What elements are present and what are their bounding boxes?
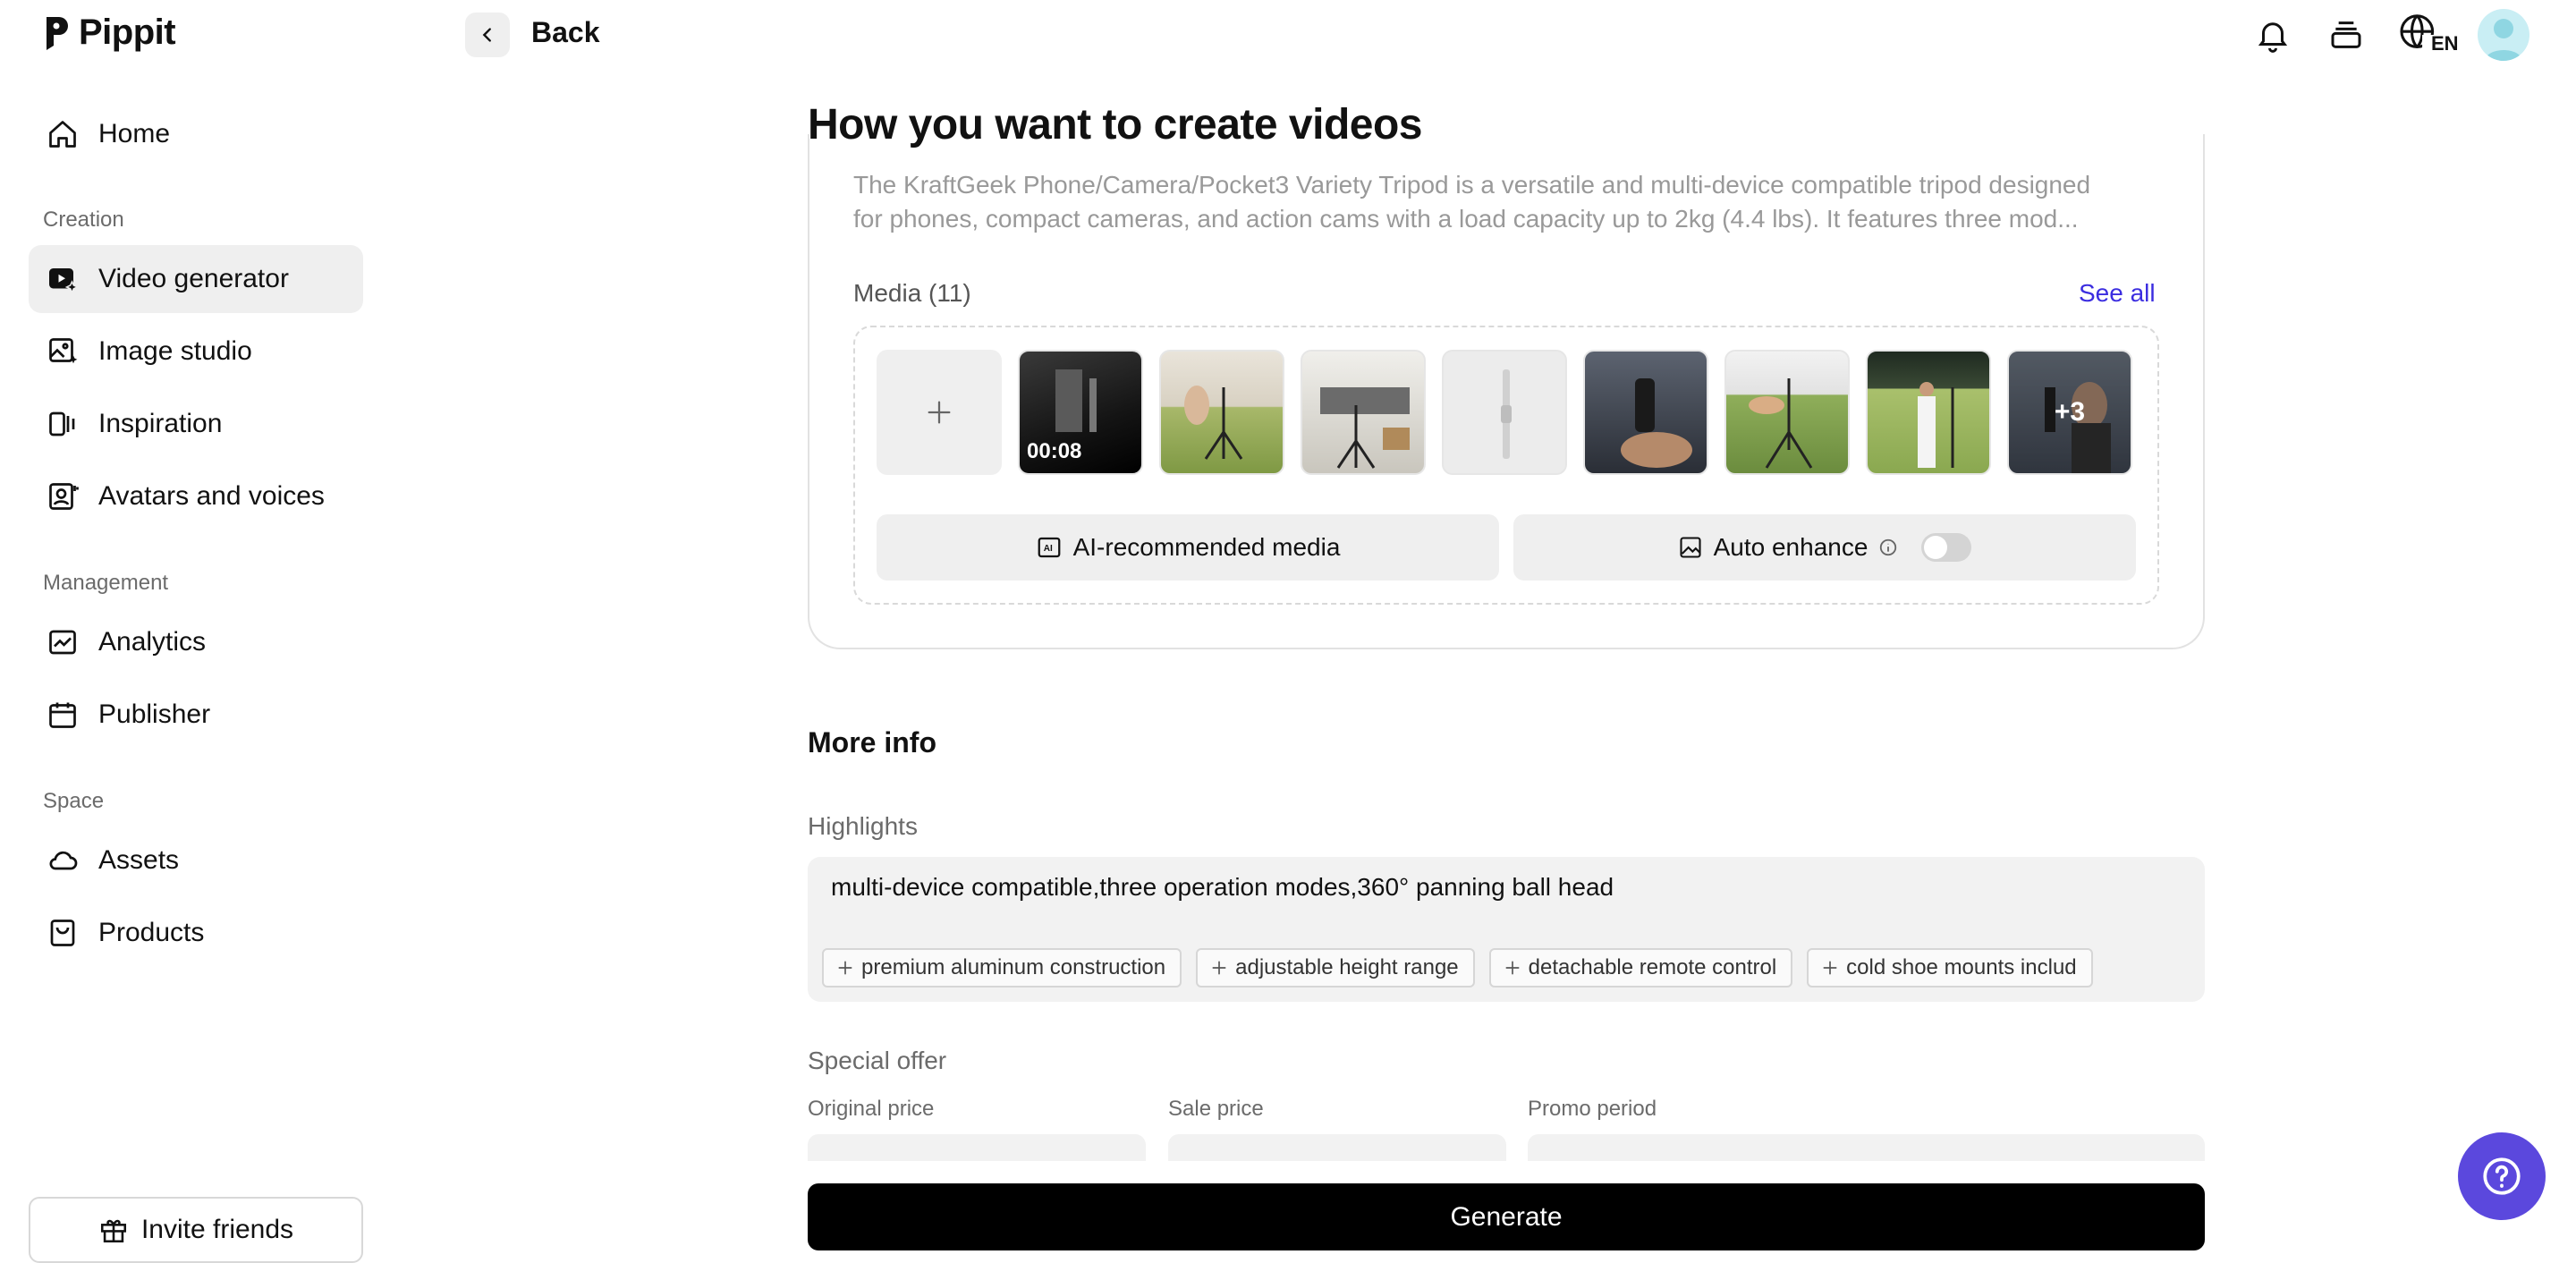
sidebar-item-label: Video generator [98,264,289,294]
more-media-count: +3 [2009,352,2131,473]
sidebar-item-label: Publisher [98,699,210,730]
chip-label: detachable remote control [1529,955,1777,980]
plus-icon [1210,959,1228,977]
plus-icon [924,397,954,428]
section-creation: Creation [43,208,124,233]
generate-label: Generate [1450,1202,1562,1233]
sidebar-item-home[interactable]: Home [29,100,363,168]
media-thumbnail[interactable] [1301,350,1426,475]
avatar[interactable] [2478,9,2529,61]
ai-image-icon: AI [1036,534,1063,561]
sidebar-item-label: Inspiration [98,409,222,439]
highlights-value[interactable]: multi-device compatible,three operation … [831,873,1614,902]
see-all-link[interactable]: See all [2079,279,2156,308]
language-code: EN [2431,32,2459,55]
chevron-left-icon [478,25,497,45]
logo[interactable]: Pippit [43,13,175,53]
sidebar-item-label: Home [98,119,170,149]
sale-price-input[interactable] [1168,1134,1506,1161]
promo-period-label: Promo period [1528,1097,1657,1122]
plus-icon [1504,959,1521,977]
auto-enhance-row: Auto enhance [1513,514,2136,581]
media-thumbnail[interactable]: +3 [2007,350,2132,475]
media-thumbnail[interactable] [1724,350,1850,475]
sidebar-item-publisher[interactable]: Publisher [29,681,363,749]
promo-period-input[interactable] [1528,1134,2205,1161]
auto-enhance-toggle[interactable] [1921,533,1971,562]
media-thumbnail[interactable] [1866,350,1991,475]
inspiration-icon [45,406,80,442]
media-thumbnail[interactable] [1442,350,1567,475]
add-media-button[interactable] [877,350,1002,475]
suggestion-chip[interactable]: adjustable height range [1196,948,1475,988]
sidebar-item-inspiration[interactable]: Inspiration [29,390,363,458]
plus-icon [836,959,854,977]
stack-icon[interactable] [2324,13,2368,57]
media-label: Media (11) [853,279,971,308]
analytics-icon [45,624,80,660]
section-space: Space [43,789,104,814]
sidebar-item-assets[interactable]: Assets [29,826,363,894]
product-description: The KraftGeek Phone/Camera/Pocket3 Varie… [853,168,2159,236]
sidebar-item-label: Image studio [98,336,252,367]
plus-icon [1821,959,1839,977]
sidebar-item-analytics[interactable]: Analytics [29,608,363,676]
home-icon [45,116,80,152]
sidebar: Pippit Home Creation Video generator Ima… [0,0,385,1250]
pippit-logo-icon [43,15,70,51]
ai-recommended-media-button[interactable]: AI AI-recommended media [877,514,1499,581]
bell-icon[interactable] [2250,13,2295,57]
suggestion-chip[interactable]: premium aluminum construction [822,948,1182,988]
suggestion-chips: premium aluminum construction adjustable… [822,948,2190,991]
calendar-icon [45,697,80,733]
image-icon [1678,535,1703,560]
gift-icon [98,1215,129,1245]
sidebar-item-image-studio[interactable]: Image studio [29,318,363,386]
language-icon[interactable]: EN [2397,13,2451,57]
chip-label: cold shoe mounts includ [1846,955,2076,980]
suggestion-chip[interactable]: detachable remote control [1489,948,1793,988]
original-price-input[interactable] [808,1134,1146,1161]
sale-price-label: Sale price [1168,1097,1264,1122]
description-line-2: for phones, compact cameras, and action … [853,202,2159,236]
generate-button[interactable]: Generate [808,1183,2205,1250]
media-thumbnail[interactable] [1583,350,1708,475]
sidebar-item-products[interactable]: Products [29,899,363,967]
sidebar-item-label: Avatars and voices [98,481,325,512]
avatar-icon [45,479,80,514]
svg-text:AI: AI [1043,544,1052,554]
sidebar-item-label: Analytics [98,627,206,657]
highlights-field[interactable]: multi-device compatible,three operation … [808,857,2205,1002]
invite-friends-button[interactable]: Invite friends [29,1197,363,1263]
suggestion-chip[interactable]: cold shoe mounts includ [1807,948,2092,988]
brand-name: Pippit [79,13,175,53]
highlights-label: Highlights [808,812,918,841]
sidebar-item-label: Assets [98,845,179,876]
auto-enhance-label: Auto enhance [1714,533,1868,562]
special-offer-label: Special offer [808,1047,946,1075]
back-label[interactable]: Back [531,16,600,49]
video-duration: 00:08 [1027,439,1081,464]
help-icon [2479,1154,2524,1199]
video-generator-icon [45,261,80,297]
original-price-label: Original price [808,1097,934,1122]
help-button[interactable] [2458,1132,2546,1220]
media-thumbnail[interactable] [1159,350,1284,475]
section-management: Management [43,571,168,596]
invite-friends-label: Invite friends [141,1215,293,1245]
back-button[interactable] [465,13,510,57]
product-icon [45,915,80,951]
sidebar-item-avatars-and-voices[interactable]: Avatars and voices [29,462,363,530]
chip-label: adjustable height range [1235,955,1459,980]
more-info-title: More info [808,726,936,759]
ai-recommended-media-label: AI-recommended media [1073,533,1341,562]
info-icon[interactable] [1878,538,1898,557]
media-thumbnail[interactable]: 00:08 [1018,350,1143,475]
image-studio-icon [45,334,80,369]
chip-label: premium aluminum construction [861,955,1165,980]
cloud-icon [45,843,80,878]
sidebar-item-video-generator[interactable]: Video generator [29,245,363,313]
description-line-1: The KraftGeek Phone/Camera/Pocket3 Varie… [853,168,2159,202]
sidebar-item-label: Products [98,918,204,948]
